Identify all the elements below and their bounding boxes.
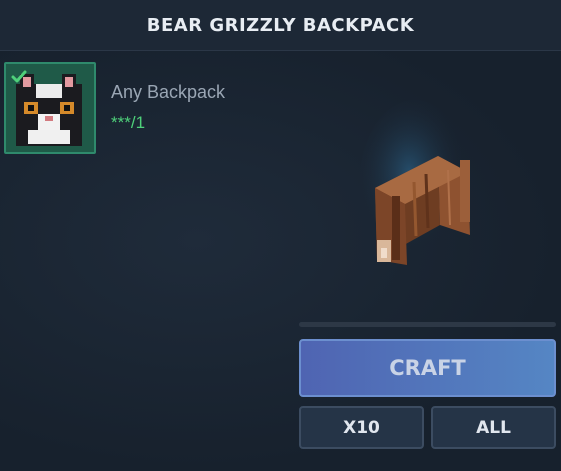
craft-x10-button[interactable]: X10 — [299, 406, 424, 449]
ingredient-name: Any Backpack — [111, 82, 226, 102]
item-preview — [330, 100, 530, 290]
checkmark-icon — [11, 70, 27, 83]
grizzly-bear-backpack-icon — [360, 100, 470, 265]
ingredient-slot[interactable] — [4, 62, 96, 154]
page-title: BEAR GRIZZLY BACKPACK — [146, 14, 415, 36]
craft-all-button[interactable]: ALL — [431, 406, 556, 449]
craft-button[interactable]: CRAFT — [299, 339, 556, 397]
craft-progress-bar — [299, 322, 556, 327]
ingredient-count: ***/1 — [111, 113, 146, 132]
title-bar: BEAR GRIZZLY BACKPACK — [0, 0, 561, 51]
